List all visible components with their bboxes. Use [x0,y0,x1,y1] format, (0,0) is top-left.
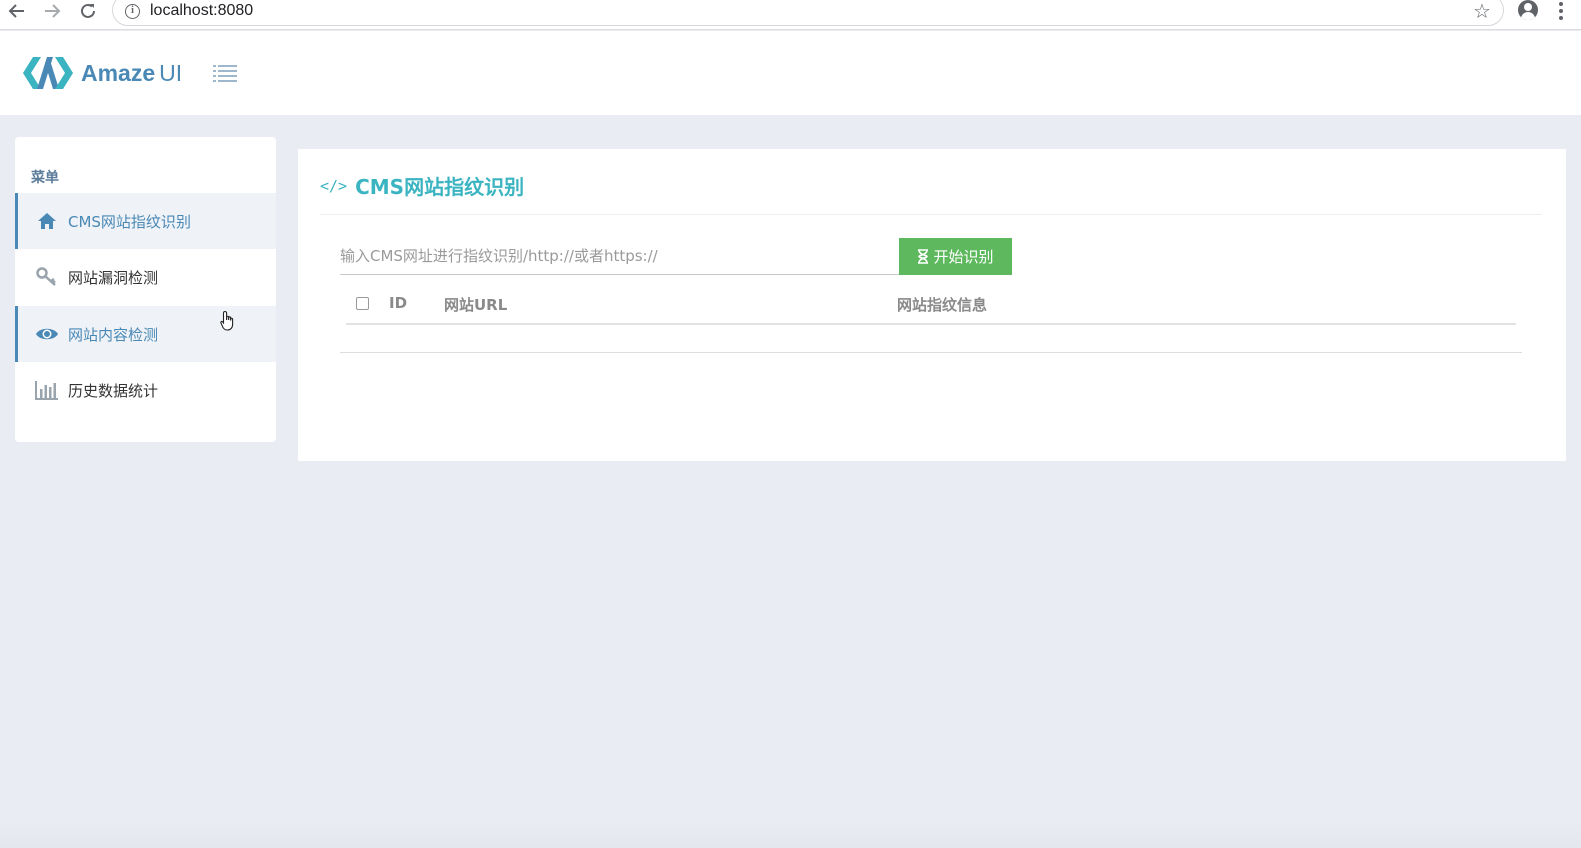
app-header: Amaze UI [0,31,1581,115]
page-title: </> CMS网站指纹识别 [320,171,524,200]
hand-cursor-icon [220,310,234,331]
key-icon [34,267,60,287]
account-icon[interactable] [1518,0,1538,20]
start-identify-button[interactable]: 开始识别 [899,238,1012,275]
page-background [0,820,1581,848]
list-menu-icon[interactable] [213,64,237,82]
sidebar-item-label: 历史数据统计 [68,381,159,400]
browser-toolbar: i localhost:8080 ☆ [0,0,1581,30]
home-icon [34,211,60,231]
sidebar-item-history-stats[interactable]: 历史数据统计 [15,362,276,418]
column-header-fingerprint[interactable]: 网站指纹信息 [897,294,987,315]
start-button-label: 开始识别 [933,248,994,266]
sidebar-item-label: CMS网站指纹识别 [68,212,191,231]
address-url: localhost:8080 [150,2,253,20]
code-icon: </> [320,176,348,195]
title-divider [320,214,1542,215]
logo-text: Amaze UI [81,59,183,86]
reload-icon[interactable] [77,0,99,22]
page-title-text: CMS网站指纹识别 [355,175,525,199]
sidebar: 菜单 CMS网站指纹识别 网站漏洞检测 网站内容检测 历史数据统计 [15,137,276,442]
results-table-header: ID 网站URL 网站指纹信息 [346,284,1516,325]
logo[interactable]: Amaze UI [23,55,182,91]
sidebar-item-label: 网站内容检测 [68,325,159,344]
amaze-logo-icon [23,57,73,89]
sidebar-item-vuln-scan[interactable]: 网站漏洞检测 [15,249,276,305]
results-table-body [340,352,1522,353]
back-arrow-icon[interactable] [6,0,28,22]
url-port: :8080 [213,2,254,19]
cms-url-input[interactable] [340,238,899,275]
main-panel: </> CMS网站指纹识别 开始识别 ID 网站URL 网站指纹信息 [298,149,1566,461]
sidebar-item-label: 网站漏洞检测 [68,268,159,287]
select-all-checkbox[interactable] [356,297,369,310]
address-bar[interactable]: i localhost:8080 [112,0,1504,26]
hourglass-icon [918,249,929,264]
eye-icon [34,324,60,344]
forward-arrow-icon[interactable] [41,0,63,22]
url-host: localhost [150,2,214,19]
column-header-url[interactable]: 网站URL [444,294,507,315]
sidebar-item-cms-fingerprint[interactable]: CMS网站指纹识别 [15,193,276,249]
sidebar-title: 菜单 [31,170,59,186]
column-header-id[interactable]: ID [389,294,407,312]
info-icon[interactable]: i [125,4,140,19]
browser-menu-icon[interactable] [1558,0,1564,22]
bookmark-star-icon[interactable]: ☆ [1473,0,1491,23]
bar-chart-icon [34,380,60,400]
